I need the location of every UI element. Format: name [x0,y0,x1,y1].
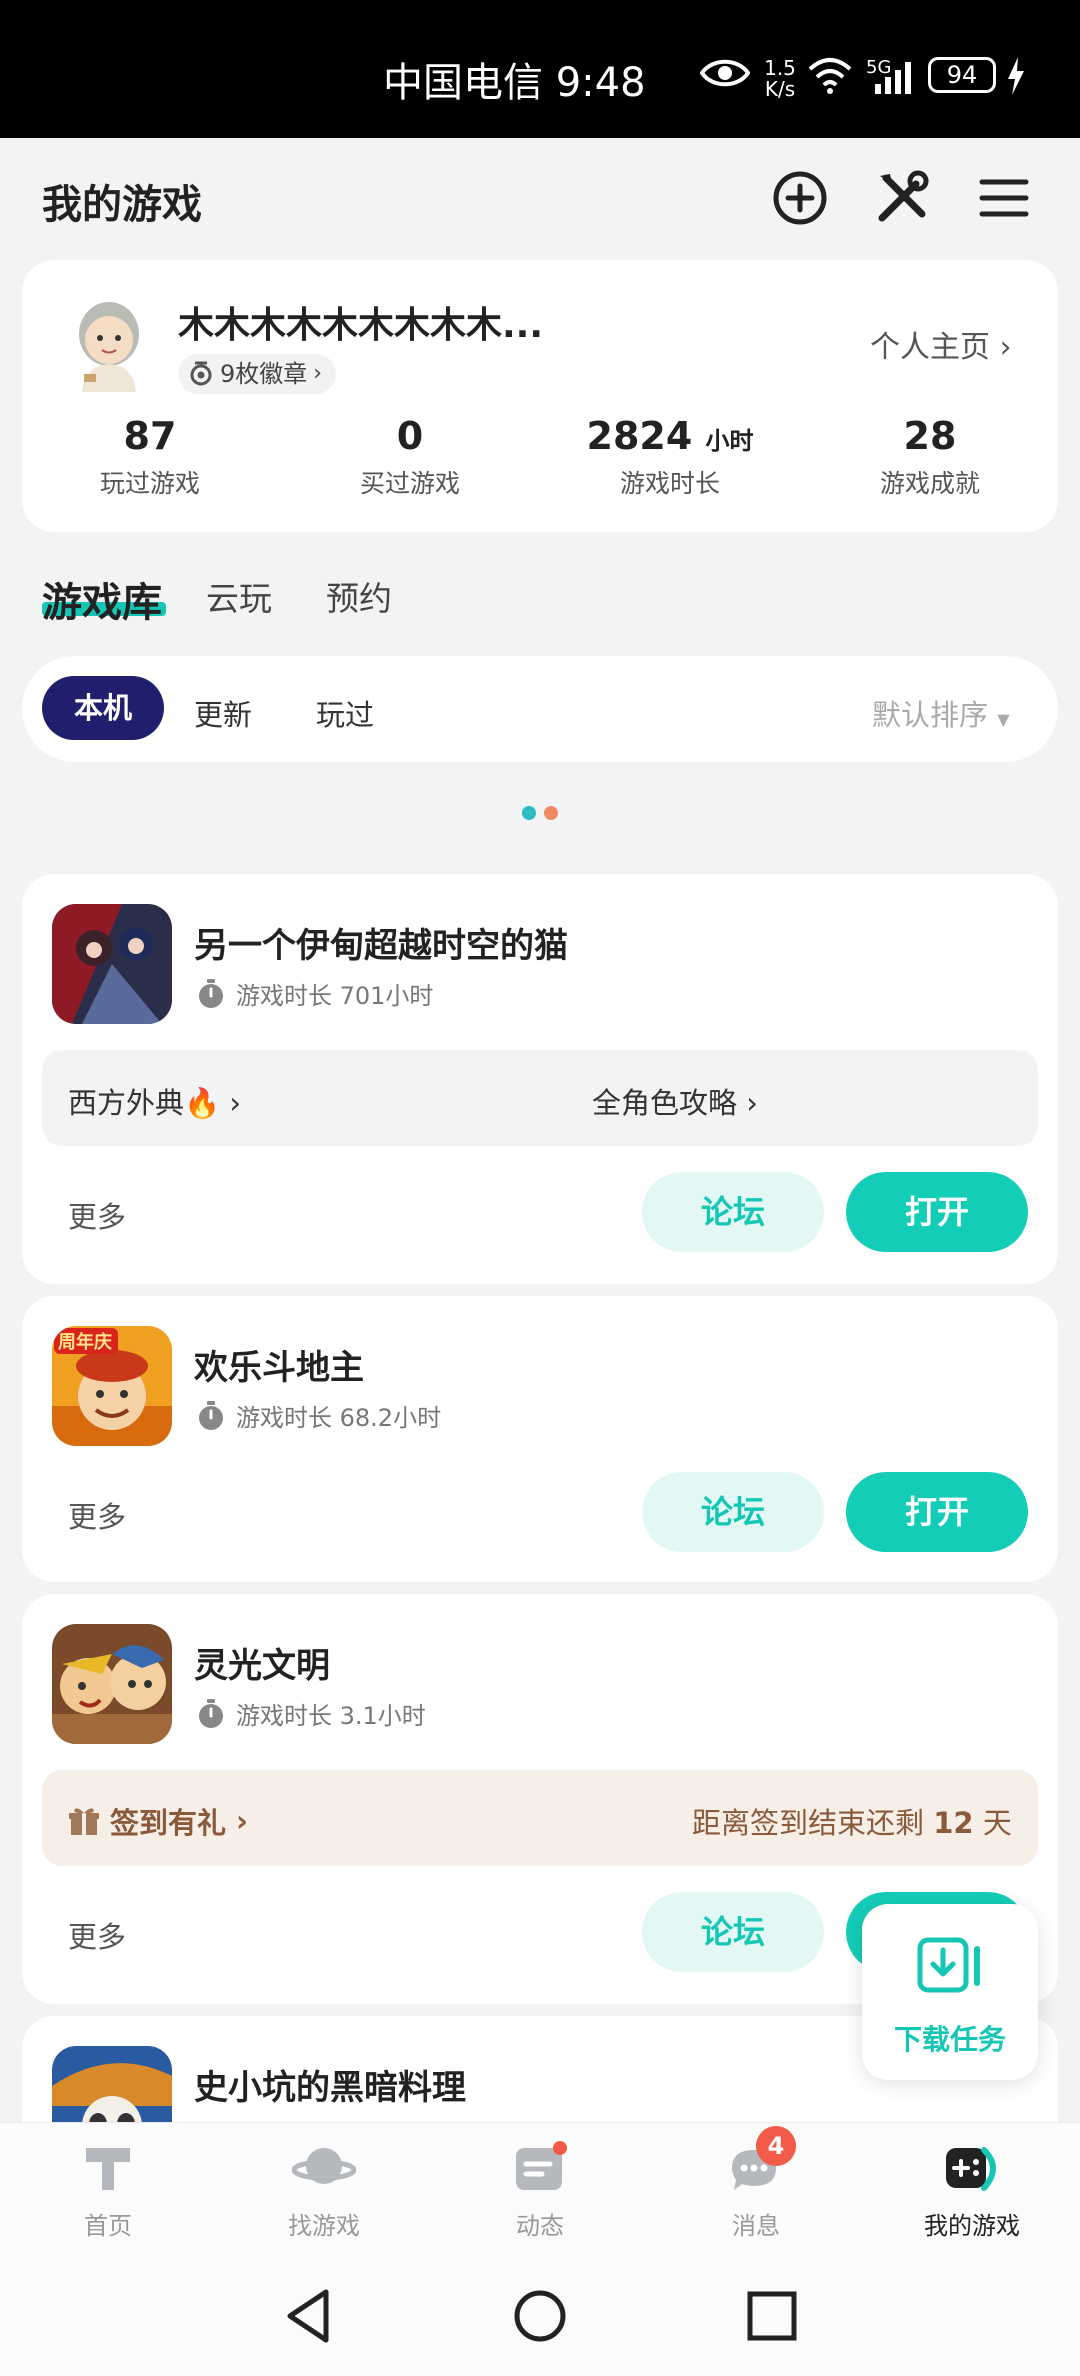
filter-played[interactable]: 玩过 [316,692,374,734]
eye-icon [700,59,750,87]
forum-button[interactable]: 论坛 [642,1892,824,1972]
profile-homepage-link[interactable]: 个人主页 › [870,322,1012,366]
home-icon [86,2148,130,2190]
chevron-right-icon: › [999,330,1012,365]
carrier-time: 中国电信 9:48 [383,60,646,106]
game-icon[interactable] [52,1624,172,1744]
game-playtime: 游戏时长 701小时 [196,976,433,1011]
more-link[interactable]: 更多 [68,1494,126,1536]
game-icon[interactable]: 周年庆 [52,1326,172,1446]
nav-discover[interactable]: 找游戏 [216,2140,432,2241]
download-tasks-label: 下载任务 [893,2023,1006,2056]
game-title[interactable]: 史小坑的黑暗料理 [194,2060,466,2109]
more-link[interactable]: 更多 [68,1914,126,1956]
sort-dropdown[interactable]: 默认排序 ▼ [872,692,1010,734]
medal-icon [190,361,212,386]
game-title[interactable]: 欢乐斗地主 [194,1340,364,1389]
home-circle-icon[interactable] [512,2288,568,2344]
tab-library[interactable]: 游戏库 [42,570,162,628]
stopwatch-icon [199,1400,223,1430]
charging-icon [1008,57,1024,95]
back-icon[interactable] [284,2288,334,2344]
game-playtime: 游戏时长 68.2小时 [196,1398,441,1433]
chevron-right-icon: › [229,1086,241,1120]
stopwatch-icon [199,978,223,1008]
planet-icon [291,2148,357,2184]
open-button[interactable]: 打开 [846,1172,1028,1252]
chevron-right-icon: › [313,361,323,386]
nav-my-games[interactable]: 我的游戏 [864,2140,1080,2241]
pager-dot [522,806,536,820]
status-bar: 中国电信 9:48 1.5 K/s 5G 94 [0,0,1080,138]
stopwatch-icon [199,1698,223,1728]
stat-play-time[interactable]: 2824 小时 游戏时长 [570,414,770,500]
menu-icon[interactable] [974,168,1034,228]
game-playtime: 游戏时长 3.1小时 [196,1696,426,1731]
battery-indicator: 94 [928,57,996,93]
game-title[interactable]: 灵光文明 [194,1638,330,1687]
panel-link-character-guide[interactable]: 全角色攻略 › [592,1080,758,1122]
gamepad-icon [946,2147,996,2191]
panel-link-western-canon[interactable]: 西方外典🔥 › [68,1080,241,1122]
nickname: 木木木木木木木木木... [178,305,544,346]
stat-games-bought[interactable]: 0 买过游戏 [310,414,510,500]
recents-icon[interactable] [746,2290,798,2342]
wifi-icon [808,58,852,94]
add-circle-icon[interactable] [770,168,830,228]
nav-feed[interactable]: 动态 [432,2140,648,2241]
nav-home[interactable]: 首页 [0,2140,216,2241]
avatar[interactable] [64,292,154,392]
game-icon[interactable] [52,904,172,1024]
game-title[interactable]: 另一个伊甸超越时空的猫 [194,918,568,967]
checkin-countdown: 距离签到结束还剩 12 天 [692,1806,1012,1840]
chevron-right-icon: › [746,1086,758,1120]
checkin-link[interactable]: 签到有礼 › [68,1800,248,1842]
forum-button[interactable]: 论坛 [642,1172,824,1252]
feed-icon [516,2141,567,2190]
tools-icon[interactable] [872,168,932,228]
tab-cloud[interactable]: 云玩 [206,572,272,620]
chevron-right-icon: › [236,1804,248,1838]
page-title: 我的游戏 [42,182,202,228]
messages-badge: 4 [756,2126,796,2166]
gift-icon [69,1808,99,1835]
tab-reserve[interactable]: 预约 [326,572,392,620]
icon-badge: 周年庆 [58,1332,112,1353]
badge-chip[interactable]: 9枚徽章 › [178,354,337,394]
fire-icon: 🔥 [184,1086,221,1120]
nav-messages[interactable]: 消息 [648,2140,864,2241]
download-icon [917,1937,980,1993]
caret-down-icon: ▼ [997,710,1010,729]
more-link[interactable]: 更多 [68,1194,126,1236]
signal-icon [875,62,911,94]
badge-count: 9枚徽章 [220,360,308,388]
filter-updates[interactable]: 更新 [194,692,252,734]
forum-button[interactable]: 论坛 [642,1472,824,1552]
network-speed: 1.5 K/s [764,56,796,101]
open-button[interactable]: 打开 [846,1472,1028,1552]
stat-achievements[interactable]: 28 游戏成就 [830,414,1030,500]
pager-dot [544,806,558,820]
filter-local[interactable]: 本机 [42,676,164,740]
stat-games-played[interactable]: 87 玩过游戏 [50,414,250,500]
